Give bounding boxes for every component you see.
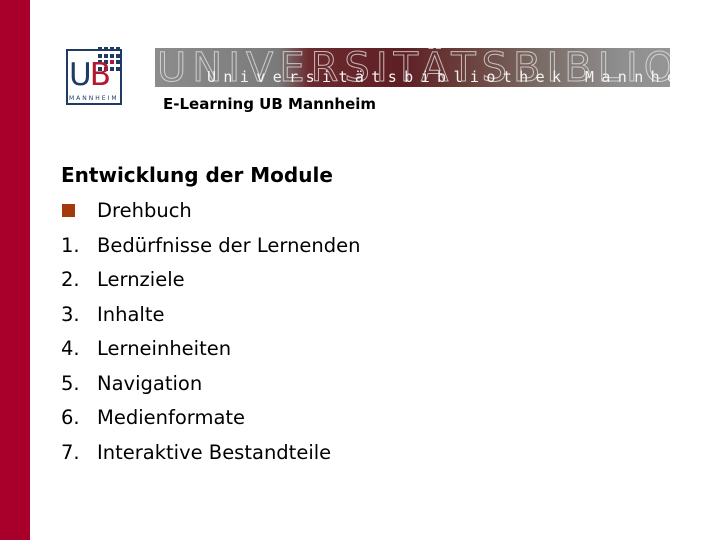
list-item: Drehbuch (61, 198, 361, 233)
list-item-text: Lernziele (97, 268, 185, 291)
list-item: 3. Inhalte (61, 302, 361, 337)
list-marker: 6. (61, 406, 80, 429)
ub-mannheim-logo: UB MANNHEIM (66, 47, 122, 105)
logo-caption: MANNHEIM (69, 95, 119, 102)
list-marker: 4. (61, 337, 80, 360)
banner-title-text: Universitätsbibliothek Mannheim (207, 68, 670, 86)
list-item: 5. Navigation (61, 371, 361, 406)
list-marker: 3. (61, 302, 80, 326)
list-item-text: Medienformate (97, 406, 246, 429)
module-list: Drehbuch 1. Bedürfnisse der Lernenden 2.… (61, 198, 361, 474)
list-marker: 1. (61, 233, 80, 257)
square-bullet-icon (62, 204, 75, 217)
list-marker: 7. (61, 440, 80, 464)
list-marker: 2. (61, 268, 80, 291)
list-item: 1. Bedürfnisse der Lernenden (61, 233, 361, 268)
list-item: 7. Interaktive Bestandteile (61, 440, 361, 475)
red-side-bar (0, 0, 30, 540)
list-item: 4. Lerneinheiten (61, 336, 361, 371)
list-item-text: Bedürfnisse der Lernenden (97, 233, 361, 257)
slide-subtitle: E-Learning UB Mannheim (163, 95, 377, 113)
logo-letter-u: U (69, 57, 92, 93)
list-item-text: Lerneinheiten (97, 337, 232, 360)
list-item: 6. Medienformate (61, 405, 361, 440)
list-item-text: Inhalte (97, 302, 165, 326)
list-item-text: Navigation (97, 371, 203, 395)
slide-heading: Entwicklung der Module (61, 163, 333, 187)
list-item-text: Interaktive Bestandteile (97, 440, 332, 464)
logo-ub-letters: UB (69, 57, 111, 93)
list-marker: 5. (61, 371, 80, 395)
logo-letter-b: B (89, 57, 111, 93)
library-banner: UNIVERSITÄTSBIBLIOTHEK Universitätsbibli… (155, 48, 670, 87)
list-marker (61, 198, 97, 224)
list-item: 2. Lernziele (61, 267, 361, 302)
list-item-text: Drehbuch (97, 199, 192, 222)
